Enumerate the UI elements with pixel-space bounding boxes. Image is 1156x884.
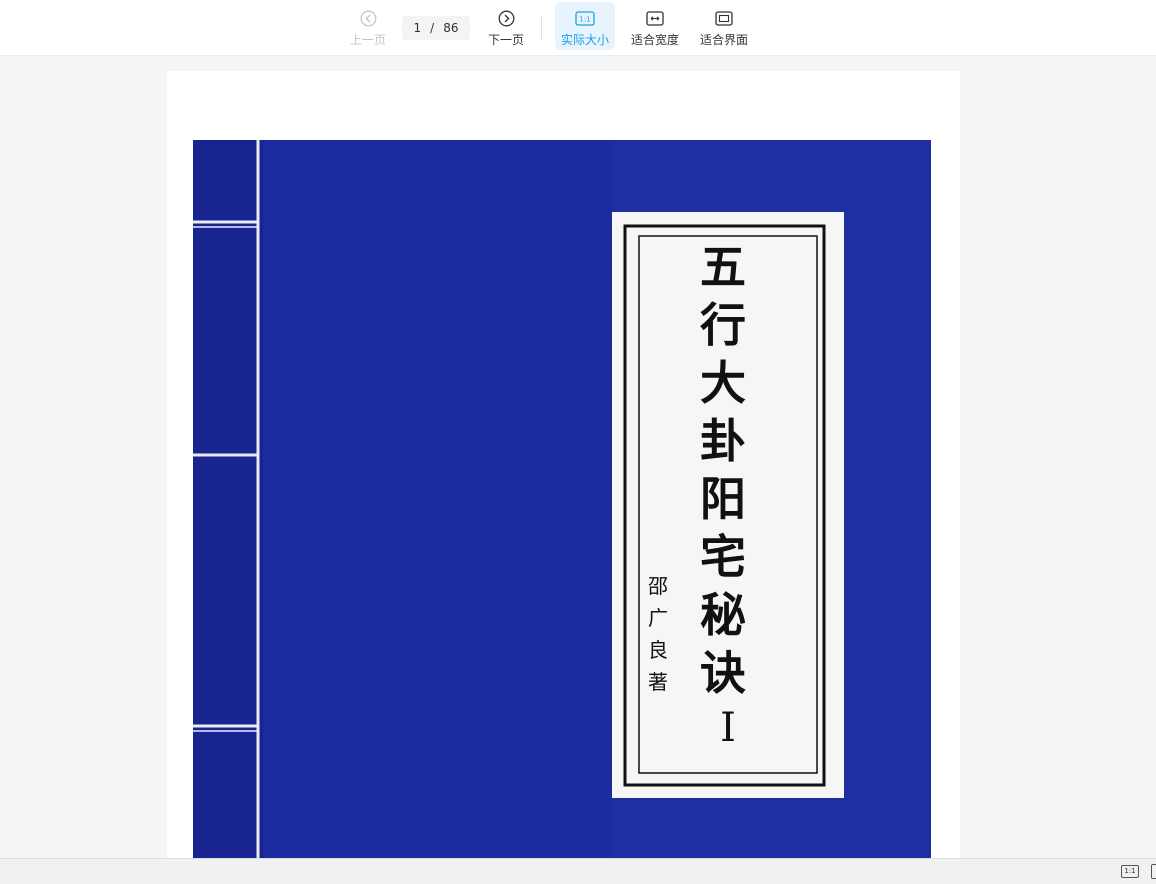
title-char: 卦 — [700, 414, 746, 468]
author-char: 著 — [648, 670, 668, 694]
author-char: 广 — [648, 606, 668, 630]
actual-size-button[interactable]: 1:1 实际大小 — [555, 2, 615, 50]
prev-page-button[interactable]: 上一页 — [340, 2, 396, 50]
title-char: 诀 — [700, 646, 746, 700]
cover-title: 五 行 大 卦 阳 宅 秘 诀 — [683, 238, 763, 702]
page-indicator: 1 / 86 — [402, 16, 470, 40]
page-separator: / — [430, 21, 435, 35]
fit-width-icon — [646, 8, 664, 28]
zoom-badge[interactable]: 1:1 — [1121, 865, 1139, 878]
title-char: 阳 — [700, 472, 746, 526]
author-char: 邵 — [648, 574, 668, 598]
total-pages: 86 — [443, 21, 459, 35]
book-cover-art — [193, 140, 931, 860]
volume-number: I — [720, 705, 736, 751]
current-page-input[interactable]: 1 — [414, 21, 422, 35]
prev-page-label: 上一页 — [349, 33, 386, 47]
fit-width-label: 适合宽度 — [630, 33, 679, 47]
title-char: 秘 — [700, 588, 746, 642]
status-bar: 1:1 — [0, 858, 1156, 884]
next-page-button[interactable]: 下一页 — [478, 2, 534, 50]
book-cover-image: 五 行 大 卦 阳 宅 秘 诀 邵 广 良 著 I — [193, 140, 931, 860]
toolbar: 上一页 1 / 86 下一页 1:1 实际大小 适合宽度 适合界面 — [0, 0, 1156, 56]
title-char: 宅 — [700, 530, 746, 584]
fit-icon[interactable] — [1151, 864, 1156, 879]
actual-size-icon-text: 1:1 — [579, 15, 590, 23]
fit-screen-icon — [715, 8, 733, 28]
title-char: 五 — [700, 240, 746, 294]
toolbar-divider — [541, 15, 542, 41]
chevron-right-circle-icon — [498, 8, 515, 28]
cover-author: 邵 广 良 著 — [643, 570, 673, 698]
chevron-left-circle-icon — [360, 8, 377, 28]
author-char: 良 — [648, 638, 668, 662]
title-char: 大 — [700, 356, 746, 410]
title-char: 行 — [700, 298, 746, 352]
fit-width-button[interactable]: 适合宽度 — [625, 2, 685, 50]
actual-size-icon: 1:1 — [575, 8, 595, 28]
document-page: 五 行 大 卦 阳 宅 秘 诀 邵 广 良 著 I — [167, 71, 960, 883]
next-page-label: 下一页 — [487, 33, 524, 47]
fit-screen-button[interactable]: 适合界面 — [694, 2, 754, 50]
fit-screen-label: 适合界面 — [699, 33, 748, 47]
actual-size-label: 实际大小 — [560, 33, 609, 47]
